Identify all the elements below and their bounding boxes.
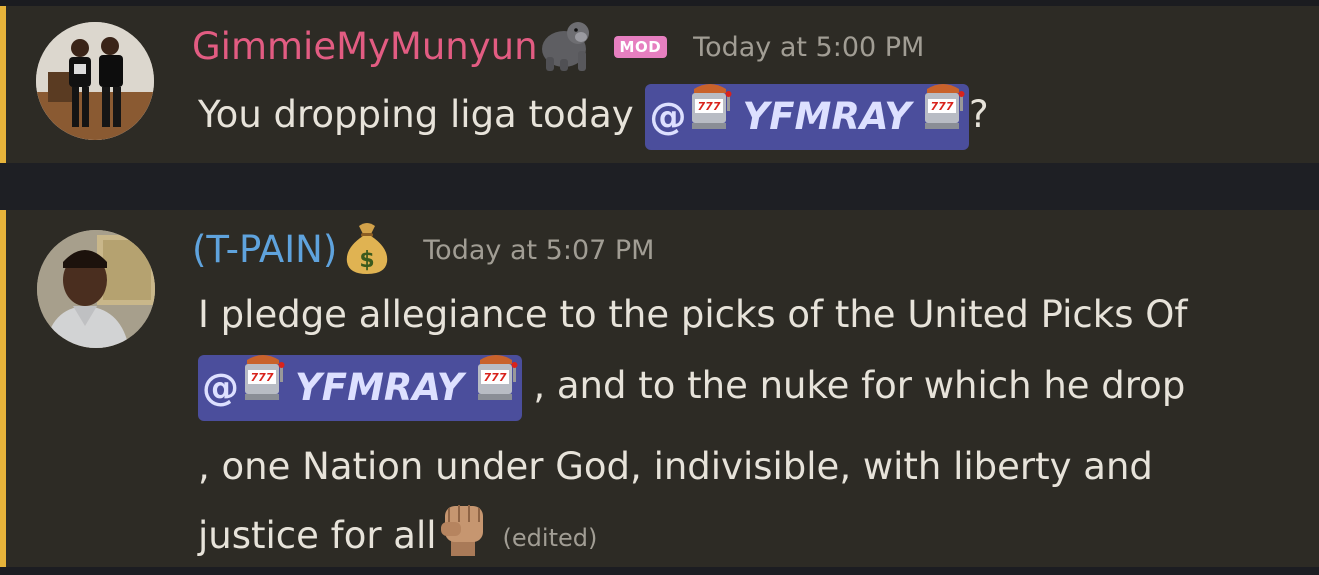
message-line: I pledge allegiance to the picks of the … [198, 284, 1187, 346]
svg-text:777: 777 [251, 371, 274, 384]
message-line: @ 777 YFMRAY 777 , and to the nuke for w… [198, 350, 1185, 422]
username[interactable]: (T-PAIN) [192, 226, 337, 274]
avatar[interactable] [36, 22, 154, 140]
message-line: justice for all (edited) [198, 500, 597, 575]
message-text: , one Nation under God, indivisible, wit… [198, 445, 1153, 488]
gorilla-icon [538, 19, 596, 75]
raised-fist-icon [437, 500, 491, 575]
chat-message: (T-PAIN) $ Today at 5:07 PM I pledge all… [0, 210, 1319, 567]
timestamp: Today at 5:00 PM [693, 31, 925, 63]
username[interactable]: GimmieMyMunyun [192, 23, 538, 71]
user-mention[interactable]: @ 777 YFMRAY 777 [198, 354, 522, 421]
message-text: ? [969, 93, 989, 136]
svg-text:$: $ [360, 248, 375, 273]
svg-text:777: 777 [698, 100, 721, 113]
money-bag-icon: $ [343, 220, 391, 280]
message-text: You dropping liga today [198, 93, 646, 136]
edited-label: (edited) [502, 524, 598, 552]
slot-machine-icon: 777 [921, 79, 965, 155]
message-text: I pledge allegiance to the picks of the … [198, 293, 1188, 336]
message-header: GimmieMyMunyun MOD Today at 5:00 PM [192, 21, 924, 73]
message-separator [0, 163, 1319, 210]
message-content: You dropping liga today @ 777 YFMRAY 777 [198, 79, 989, 151]
message-text: , and to the nuke for which he drop [521, 364, 1186, 407]
mention-at: @ [649, 94, 687, 138]
svg-text:777: 777 [931, 100, 954, 113]
mod-badge: MOD [613, 36, 668, 58]
chat-message: GimmieMyMunyun MOD Today at 5:00 PM You … [0, 6, 1319, 163]
svg-text:777: 777 [483, 371, 506, 384]
slot-machine-icon: 777 [241, 350, 285, 426]
slot-machine-icon: 777 [688, 79, 732, 155]
timestamp: Today at 5:07 PM [423, 234, 655, 266]
message-line: , one Nation under God, indivisible, wit… [198, 436, 1153, 498]
avatar[interactable] [37, 230, 155, 348]
message-header: (T-PAIN) $ Today at 5:07 PM [192, 220, 654, 280]
mention-at: @ [202, 365, 239, 409]
user-mention[interactable]: @ 777 YFMRAY 777 [645, 83, 970, 150]
slot-machine-icon: 777 [474, 350, 518, 426]
mention-name: YFMRAY [295, 365, 464, 409]
message-text: justice for all [198, 514, 437, 557]
mention-name: YFMRAY [742, 94, 912, 138]
